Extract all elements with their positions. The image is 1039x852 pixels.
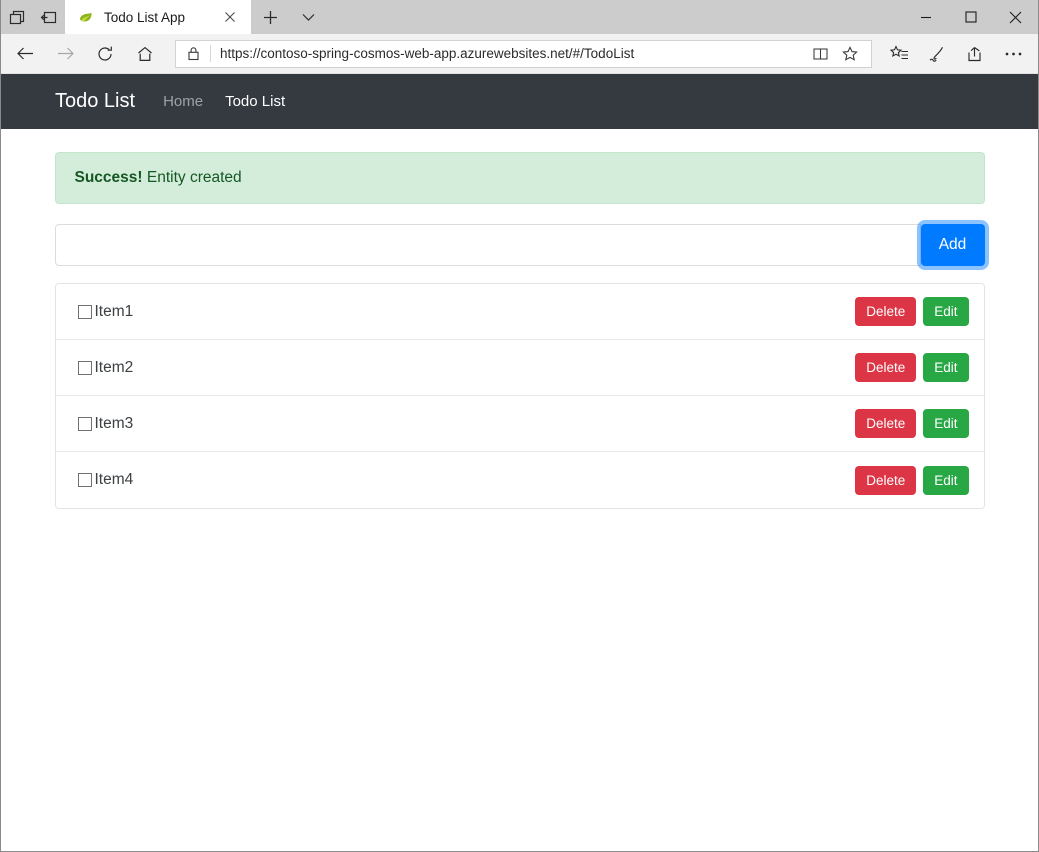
table-row: Item3 Delete Edit	[56, 396, 984, 452]
leaf-icon	[77, 8, 95, 26]
delete-button[interactable]: Delete	[855, 466, 916, 495]
edit-button[interactable]: Edit	[923, 297, 968, 326]
close-icon[interactable]	[217, 4, 243, 30]
page-content: Todo List Home Todo List Success! Entity…	[1, 74, 1038, 851]
todo-checkbox[interactable]	[78, 473, 92, 487]
share-icon[interactable]	[956, 36, 994, 72]
alert-message: Entity created	[147, 169, 242, 186]
set-tabs-aside-icon[interactable]	[33, 0, 65, 34]
page-container: Success! Entity created Add Item1 Delete…	[55, 129, 985, 509]
edit-button[interactable]: Edit	[923, 353, 968, 382]
alert-strong: Success!	[75, 169, 143, 186]
home-icon[interactable]	[125, 36, 165, 72]
add-button[interactable]: Add	[921, 224, 985, 266]
edit-button[interactable]: Edit	[923, 466, 968, 495]
todo-list: Item1 Delete Edit Item2 Delete Edit Item…	[55, 283, 985, 509]
window-controls	[903, 0, 1038, 34]
delete-button[interactable]: Delete	[855, 297, 916, 326]
navbar-brand[interactable]: Todo List	[55, 90, 135, 113]
todo-label: Item1	[95, 303, 849, 321]
todo-checkbox[interactable]	[78, 417, 92, 431]
web-note-pen-icon[interactable]	[918, 36, 956, 72]
table-row: Item4 Delete Edit	[56, 452, 984, 508]
todo-label: Item2	[95, 359, 849, 377]
success-alert: Success! Entity created	[55, 152, 985, 204]
delete-button[interactable]: Delete	[855, 409, 916, 438]
forward-arrow-icon[interactable]	[45, 36, 85, 72]
address-bar: https://contoso-spring-cosmos-web-app.az…	[1, 34, 1038, 74]
browser-window: Todo List App	[0, 0, 1039, 852]
back-arrow-icon[interactable]	[5, 36, 45, 72]
browser-tab[interactable]: Todo List App	[65, 0, 251, 34]
table-row: Item2 Delete Edit	[56, 340, 984, 396]
more-options-icon[interactable]	[994, 36, 1032, 72]
tab-preview-icon[interactable]	[1, 0, 33, 34]
edit-button[interactable]: Edit	[923, 409, 968, 438]
todo-label: Item3	[95, 415, 849, 433]
url-bar[interactable]: https://contoso-spring-cosmos-web-app.az…	[175, 40, 872, 68]
favorites-list-icon[interactable]	[880, 36, 918, 72]
refresh-icon[interactable]	[85, 36, 125, 72]
add-todo-form: Add	[55, 224, 985, 266]
todo-checkbox[interactable]	[78, 361, 92, 375]
close-window-icon[interactable]	[993, 0, 1038, 34]
minimize-icon[interactable]	[903, 0, 948, 34]
lock-icon	[176, 46, 210, 61]
star-icon[interactable]	[835, 41, 865, 67]
app-navbar: Todo List Home Todo List	[1, 74, 1038, 129]
tab-strip: Todo List App	[1, 0, 1038, 34]
chevron-down-icon[interactable]	[289, 0, 327, 34]
tab-strip-spacer	[327, 0, 903, 34]
todo-input[interactable]	[55, 224, 921, 266]
todo-checkbox[interactable]	[78, 305, 92, 319]
new-tab-button[interactable]	[251, 0, 289, 34]
delete-button[interactable]: Delete	[855, 353, 916, 382]
url-separator	[210, 45, 211, 62]
nav-link-todo-list[interactable]: Todo List	[225, 93, 285, 110]
url-text: https://contoso-spring-cosmos-web-app.az…	[220, 46, 805, 61]
nav-link-home[interactable]: Home	[163, 93, 203, 110]
maximize-icon[interactable]	[948, 0, 993, 34]
table-row: Item1 Delete Edit	[56, 284, 984, 340]
tab-title: Todo List App	[104, 10, 217, 25]
todo-label: Item4	[95, 471, 849, 489]
reading-view-icon[interactable]	[805, 41, 835, 67]
